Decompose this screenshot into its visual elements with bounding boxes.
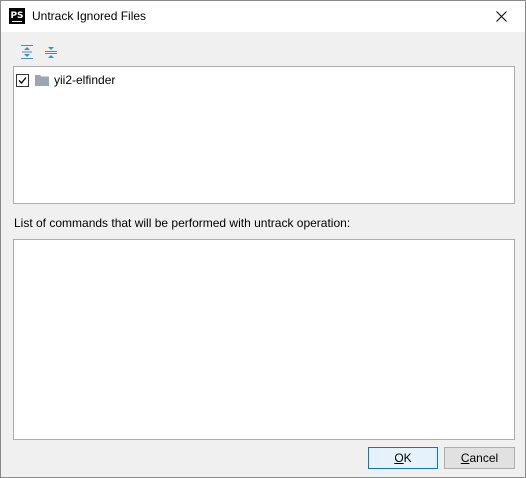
tree-item-checkbox[interactable] xyxy=(16,73,29,87)
expand-all-button[interactable] xyxy=(19,44,35,60)
ignored-files-tree[interactable]: yii2-elfinder xyxy=(13,66,515,204)
cancel-label-rest: ancel xyxy=(469,451,499,465)
ok-label-rest: K xyxy=(403,451,412,465)
folder-icon xyxy=(34,73,50,87)
cancel-button[interactable]: Cancel xyxy=(444,447,515,469)
checkmark-icon xyxy=(18,76,27,84)
phpstorm-app-icon: PS xyxy=(9,8,25,24)
commands-text-area[interactable] xyxy=(13,239,515,440)
collapse-all-icon xyxy=(45,47,57,58)
app-icon-text: PS xyxy=(10,11,24,21)
expand-all-icon xyxy=(21,45,33,59)
dialog-window: PS Untrack Ignored Files yii2-elfinder L… xyxy=(0,0,526,478)
window-title: Untrack Ignored Files xyxy=(32,9,147,23)
collapse-all-button[interactable] xyxy=(43,44,59,60)
ok-button[interactable]: OK xyxy=(368,447,438,469)
tree-item[interactable]: yii2-elfinder xyxy=(16,71,115,89)
ok-mnemonic: O xyxy=(394,451,404,465)
commands-label: List of commands that will be performed … xyxy=(14,216,351,230)
title-bar: PS Untrack Ignored Files xyxy=(1,1,525,32)
close-button[interactable] xyxy=(479,1,525,32)
close-icon xyxy=(496,11,507,22)
tree-item-label: yii2-elfinder xyxy=(54,73,116,87)
